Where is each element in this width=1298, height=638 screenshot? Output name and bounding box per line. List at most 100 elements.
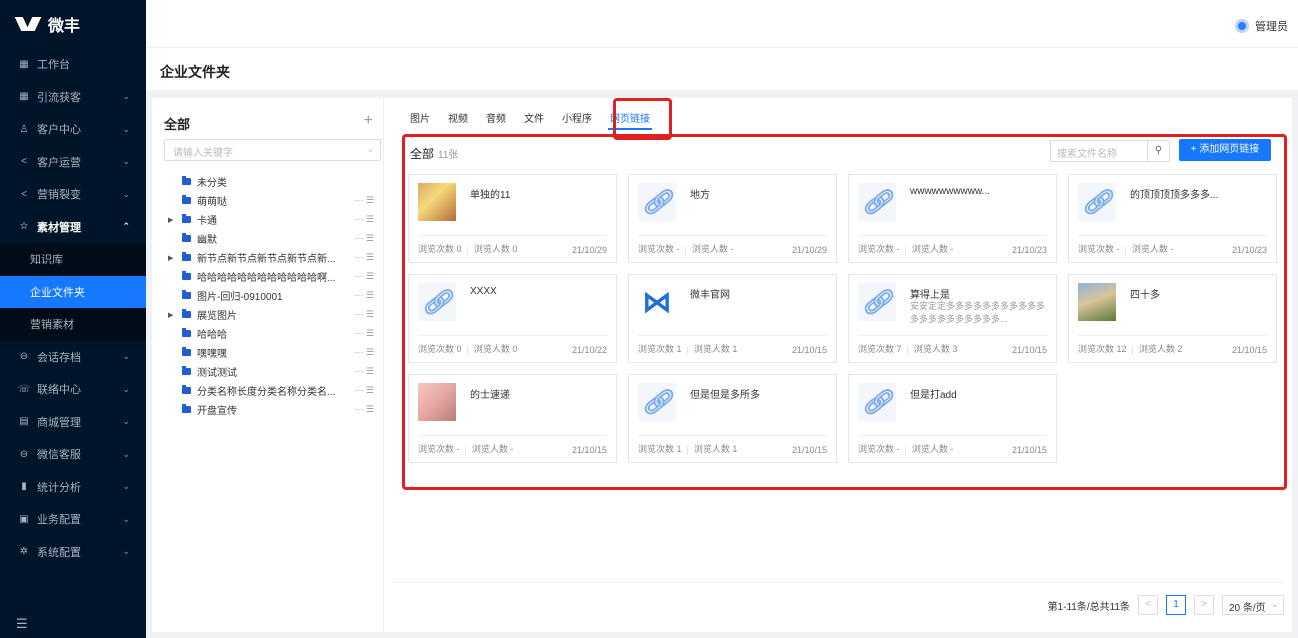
folder-tree-node[interactable]: 未分类 <box>168 172 378 191</box>
user-menu[interactable]: 管理员 <box>1235 18 1288 34</box>
view-count: 浏览次数 12 <box>1078 344 1127 354</box>
link-card[interactable]: ⋈ 微丰官网 浏览次数 1 | 浏览人数 1 21/10/15 <box>628 274 837 363</box>
folder-actions[interactable]: ··· ☰ <box>354 366 374 377</box>
link-card[interactable]: 🔗︎ 的顶顶顶顶多多多... 浏览次数 - | 浏览人数 - 21/10/23 <box>1068 174 1277 263</box>
prev-page-button[interactable]: < <box>1138 595 1158 615</box>
folder-tree-node[interactable]: 萌萌哒 ··· ☰ <box>168 191 378 210</box>
card-date: 21/10/15 <box>791 445 827 455</box>
folder-tree-node[interactable]: 分类名称长度分类名称分类名... ··· ☰ <box>168 381 378 400</box>
app-logo[interactable]: 微丰 <box>0 0 146 48</box>
add-link-button[interactable]: + 添加网页链接 <box>1179 139 1271 161</box>
sidebar-subitem[interactable]: 营销素材 <box>0 308 146 341</box>
folder-tree-node[interactable]: ▶ 卡通 ··· ☰ <box>168 210 378 229</box>
link-card[interactable]: 单独的11 浏览次数 0 | 浏览人数 0 21/10/29 <box>408 174 617 263</box>
folder-tree-node[interactable]: 图片-回归-0910001 ··· ☰ <box>168 286 378 305</box>
visitor-count: 浏览人数 - <box>1131 244 1174 254</box>
folder-actions[interactable]: ··· ☰ <box>354 214 374 225</box>
visitor-count: 浏览人数 0 <box>473 244 518 254</box>
top-header: 管理员 <box>146 0 1298 48</box>
sidebar-item-share[interactable]: < 客户运营 ⌄ <box>0 146 146 179</box>
pagination-summary: 第1-11条/总共11条 <box>1047 601 1130 613</box>
divider: | <box>466 245 469 255</box>
chevron-icon: ⌄ <box>122 91 130 102</box>
sidebar-subitem[interactable]: 知识库 <box>0 243 146 276</box>
folder-actions[interactable]: ··· ☰ <box>354 404 374 415</box>
page-size-select[interactable]: 20 条/页 ⌄ <box>1222 595 1284 615</box>
tab-3[interactable]: 文件 <box>522 110 546 130</box>
folder-tree-node[interactable]: ▶ 新节点新节点新节点新节点新... ··· ☰ <box>168 248 378 267</box>
caret-right-icon[interactable]: ▶ <box>168 216 182 224</box>
link-card[interactable]: 的士速递 浏览次数 - | 浏览人数 - 21/10/15 <box>408 374 617 463</box>
sidebar-item-users[interactable]: ♙ 客户中心 ⌄ <box>0 113 146 146</box>
user-name: 管理员 <box>1255 21 1288 33</box>
folder-actions[interactable]: ··· ☰ <box>354 347 374 358</box>
folder-name: 分类名称长度分类名称分类名... <box>197 387 336 398</box>
folder-icon <box>182 271 191 280</box>
sidebar-item-share[interactable]: < 营销裂变 ⌄ <box>0 178 146 211</box>
page-button-current[interactable]: 1 <box>1166 595 1186 615</box>
folder-name: 幽默 <box>197 235 217 246</box>
folder-actions[interactable]: ··· ☰ <box>354 271 374 282</box>
tab-2[interactable]: 音频 <box>484 110 508 130</box>
folder-actions[interactable]: ··· ☰ <box>354 195 374 206</box>
folder-actions[interactable]: ··· ☰ <box>354 309 374 320</box>
sidebar-item-qrcode[interactable]: ▦ 引流获客 ⌄ <box>0 81 146 114</box>
folder-tree-node[interactable]: 哈哈哈 ··· ☰ <box>168 324 378 343</box>
sidebar-item-config[interactable]: ▣ 业务配置 ⌄ <box>0 503 146 536</box>
view-count: 浏览次数 - <box>858 444 900 454</box>
tab-0[interactable]: 图片 <box>408 110 432 130</box>
chevron-icon: ⌄ <box>122 481 130 492</box>
brand-logo-icon <box>18 15 38 33</box>
link-card[interactable]: 🔗︎ XXXX 浏览次数 0 | 浏览人数 0 21/10/22 <box>408 274 617 363</box>
sidebar-item-shop[interactable]: ▤ 商城管理 ⌄ <box>0 406 146 439</box>
folder-tree-node[interactable]: 哈哈哈哈哈哈哈哈哈哈哈哈啊... ··· ☰ <box>168 267 378 286</box>
content-count: 11张 <box>438 150 459 161</box>
folder-actions[interactable]: ··· ☰ <box>354 328 374 339</box>
folder-actions[interactable]: ··· ☰ <box>354 252 374 263</box>
folder-actions[interactable]: ··· ☰ <box>354 233 374 244</box>
sidebar-item-star[interactable]: ☆ 素材管理 ⌃ <box>0 211 146 244</box>
sidebar-item-gear[interactable]: ✲ 系统配置 ⌄ <box>0 536 146 569</box>
tab-1[interactable]: 视频 <box>446 110 470 130</box>
folder-actions[interactable]: ··· ☰ <box>354 290 374 301</box>
link-card[interactable]: 🔗︎ wwwwwwwwww... 浏览次数 - | 浏览人数 - 21/10/23 <box>848 174 1057 263</box>
folder-actions[interactable]: ··· ☰ <box>354 385 374 396</box>
folder-tree-title[interactable]: 全部 <box>164 114 190 133</box>
caret-right-icon[interactable]: ▶ <box>168 311 182 319</box>
divider: | <box>1124 245 1127 255</box>
sidebar-item-grid[interactable]: ▦ 工作台 <box>0 48 146 81</box>
folder-tree-node[interactable]: 幽默 ··· ☰ <box>168 229 378 248</box>
view-count: 浏览次数 7 <box>858 344 902 354</box>
card-stats: 浏览次数 1 | 浏览人数 1 21/10/15 <box>638 335 827 355</box>
sidebar-item-chat[interactable]: ⊖ 会话存档 ⌄ <box>0 341 146 374</box>
phone-icon: ☏ <box>17 383 31 395</box>
caret-right-icon[interactable]: ▶ <box>168 254 182 262</box>
file-search-input[interactable]: 搜索文件名称 ⚲ <box>1050 140 1170 162</box>
card-date: 21/10/22 <box>571 345 607 355</box>
divider: | <box>686 345 689 355</box>
link-icon: 🔗︎ <box>638 383 676 421</box>
shop-icon: ▤ <box>19 416 29 428</box>
sidebar-item-chart[interactable]: ▮ 统计分析 ⌄ <box>0 471 146 504</box>
card-date: 21/10/23 <box>1011 245 1047 255</box>
next-page-button[interactable]: > <box>1194 595 1214 615</box>
link-card[interactable]: 🔗︎ 地方 浏览次数 - | 浏览人数 - 21/10/29 <box>628 174 837 263</box>
sidebar-subitem[interactable]: 企业文件夹 <box>0 275 146 308</box>
link-card[interactable]: 🔗︎ 但是打add 浏览次数 - | 浏览人数 - 21/10/15 <box>848 374 1057 463</box>
collapse-menu-icon[interactable]: ☰ <box>16 616 28 632</box>
folder-tree-node[interactable]: 嘿嘿嘿 ··· ☰ <box>168 343 378 362</box>
link-card[interactable]: 四十多 浏览次数 12 | 浏览人数 2 21/10/15 <box>1068 274 1277 363</box>
add-folder-button[interactable]: + <box>364 112 373 130</box>
folder-search-input[interactable]: 请输入关键字 ⌄ <box>164 139 381 161</box>
link-card[interactable]: 🔗︎ 算得上是 安安定定多多多多多多多多多多多多多多多多多多多多多... 浏览次数 7… <box>848 274 1057 363</box>
visitor-count: 浏览人数 0 <box>473 344 518 354</box>
link-card[interactable]: 🔗︎ 但是但是多所多 浏览次数 1 | 浏览人数 1 21/10/15 <box>628 374 837 463</box>
tab-4[interactable]: 小程序 <box>560 110 594 130</box>
sidebar-item-phone[interactable]: ☏ 联络中心 ⌄ <box>0 373 146 406</box>
divider: | <box>906 345 909 355</box>
folder-tree-node[interactable]: 测试测试 ··· ☰ <box>168 362 378 381</box>
sidebar-item-service[interactable]: ⊖ 微信客服 ⌄ <box>0 438 146 471</box>
folder-tree-node[interactable]: 开盘宣传 ··· ☰ <box>168 400 378 419</box>
folder-tree-node[interactable]: ▶ 展览图片 ··· ☰ <box>168 305 378 324</box>
search-icon[interactable]: ⚲ <box>1147 141 1169 161</box>
